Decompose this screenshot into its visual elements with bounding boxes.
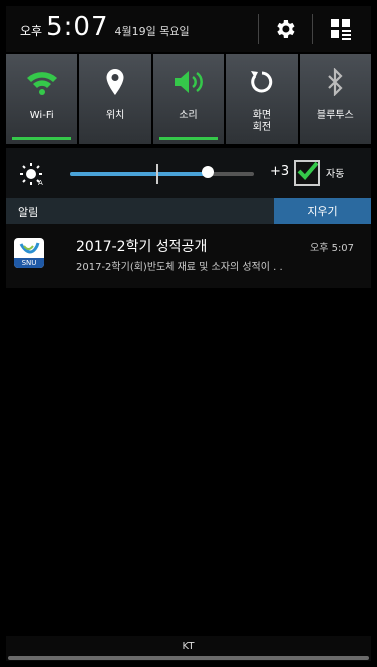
notification-title: 2017-2학기 성적공개: [76, 239, 208, 255]
svg-text:A: A: [38, 179, 43, 186]
notification-item[interactable]: SNU 2017-2학기 성적공개 오후 5:07 2017-2학기(회)반도체…: [6, 224, 371, 288]
divider: [312, 14, 313, 44]
toggle-label: 블루투스: [316, 110, 354, 121]
wifi-icon: [26, 72, 57, 95]
toggle-wifi[interactable]: Wi-Fi: [6, 54, 78, 144]
toggle-label: 화면 회전: [252, 110, 272, 133]
brightness-icon: A: [20, 163, 43, 186]
snu-app-icon: SNU: [14, 238, 44, 268]
brightness-slider[interactable]: [70, 164, 254, 184]
brightness-fill: [70, 172, 208, 176]
clear-button[interactable]: 지우기: [274, 198, 371, 224]
notification-time: 오후 5:07: [310, 243, 355, 254]
active-indicator: [158, 137, 219, 140]
quick-settings-grid-button[interactable]: [324, 14, 358, 44]
notifications-title: 알림: [18, 206, 39, 219]
carrier-label: KT: [182, 641, 195, 652]
active-indicator: [12, 137, 72, 140]
toggle-sound[interactable]: 소리: [152, 54, 225, 144]
settings-button[interactable]: [268, 14, 302, 44]
divider: [258, 14, 259, 44]
auto-brightness-checkbox[interactable]: [294, 160, 320, 186]
brightness-value: +3: [270, 164, 290, 179]
empty-area: [6, 288, 371, 635]
status-row: 오후 5:07 4월19일 목요일: [6, 6, 371, 52]
ampm-label: 오후: [20, 24, 43, 38]
notifications-header: 알림 지우기: [6, 198, 371, 224]
grid-edit-icon: [331, 19, 351, 40]
notification-panel: 오후 5:07 4월19일 목요일 Wi-Fi 위치 소리 화면 회전 블루투스…: [6, 6, 371, 661]
rotate-icon: [250, 71, 273, 93]
drag-handle[interactable]: [8, 656, 369, 660]
checkmark-icon: [297, 161, 318, 180]
carrier-bar: KT: [6, 636, 371, 661]
gear-icon: [277, 20, 295, 38]
notification-body: 2017-2학기(회)반도체 재료 및 소자의 성적이 . .: [76, 262, 283, 273]
app-icon-label: SNU: [14, 258, 44, 268]
location-icon: [106, 69, 124, 95]
toggle-location[interactable]: 위치: [79, 54, 151, 144]
brightness-thumb[interactable]: [202, 166, 214, 178]
bluetooth-icon: [328, 68, 343, 96]
snu-logo-icon: [19, 242, 40, 254]
auto-brightness-label: 자동: [326, 169, 345, 180]
toggle-rotate[interactable]: 화면 회전: [226, 54, 298, 144]
clock-time: 5:07: [46, 12, 109, 42]
clock-area: 오후 5:07 4월19일 목요일: [20, 12, 190, 42]
toggle-bluetooth[interactable]: 블루투스: [299, 54, 371, 144]
date-label: 4월19일 목요일: [114, 25, 190, 38]
sound-icon: [174, 71, 203, 93]
quick-toggles: Wi-Fi 위치 소리 화면 회전 블루투스: [6, 54, 371, 146]
toggle-label: 소리: [179, 110, 198, 121]
toggle-label: Wi-Fi: [29, 110, 54, 121]
brightness-row: A +3 자동: [6, 148, 371, 198]
toggle-label: 위치: [105, 110, 125, 121]
brightness-default-tick: [156, 164, 158, 184]
